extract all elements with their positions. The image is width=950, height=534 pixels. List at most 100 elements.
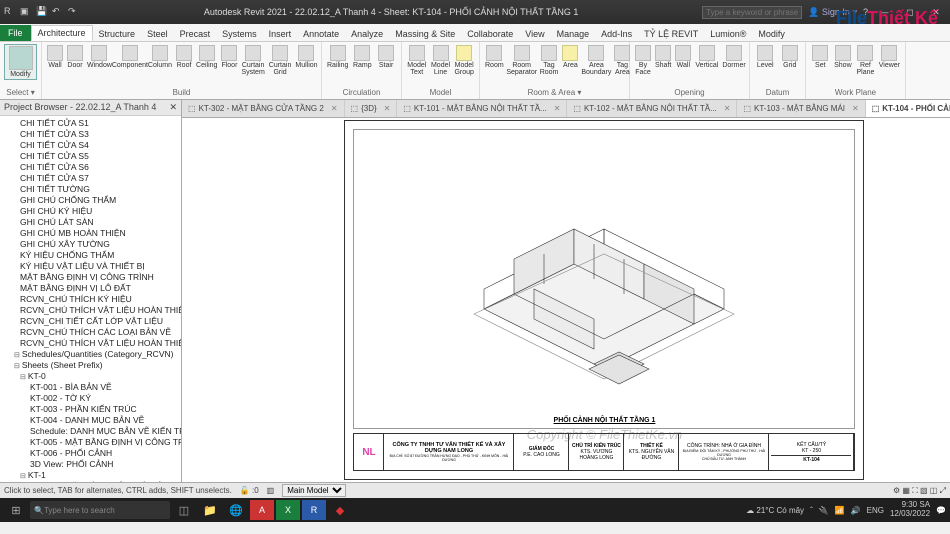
door-button[interactable]: Door [66,44,84,70]
tree-item[interactable]: KT-1 [0,469,181,480]
tree-item[interactable]: CHI TIẾT TƯỜNG [0,183,181,194]
viewer-button[interactable]: Viewer [878,44,901,70]
tab-systems[interactable]: Systems [216,27,263,41]
show-button[interactable]: Show [833,44,854,70]
tree-item[interactable]: RCVN_CHÚ THÍCH CÁC LOẠI BẢN VẼ [0,326,181,337]
tag-area-button[interactable]: Tag Area [613,44,631,77]
tab-modify[interactable]: Modify [752,27,791,41]
tree-item[interactable]: KÝ HIỆU CHỐNG THẤM [0,249,181,260]
tree-item[interactable]: GHI CHÚ MB HOÀN THIỆN [0,227,181,238]
tab-structure[interactable]: Structure [93,27,142,41]
save-icon[interactable]: 💾 [36,6,48,18]
set-button[interactable]: Set [810,44,831,70]
tree-item[interactable]: KT-004 - DANH MỤC BẢN VẼ [0,414,181,425]
tree-item[interactable]: GHI CHÚ XÂY TƯỜNG [0,238,181,249]
tag-room-button[interactable]: Tag Room [539,44,560,77]
wall-op-button[interactable]: Wall [674,44,692,70]
view-tab[interactable]: ⬚ KT-101 - MẶT BẰNG NỘI THẤT TẦ... ✕ [397,100,567,117]
open-icon[interactable]: ▣ [20,6,32,18]
curtain-system-button[interactable]: Curtain System [240,44,265,77]
ime-icon[interactable]: ENG [867,506,884,515]
modify-button[interactable]: Modify [4,44,37,80]
roof-button[interactable]: Roof [175,44,193,70]
ceiling-button[interactable]: Ceiling [195,44,218,70]
tree-item[interactable]: KT-005 - MẶT BẰNG ĐỊNH VỊ CÔNG TRÌNH [0,436,181,447]
task-view-icon[interactable]: ◫ [172,500,196,520]
tree-item[interactable]: RCVN_CHI TIẾT CẤT LỚP VẬT LIỆU [0,315,181,326]
view-tab[interactable]: ⬚ KT-103 - MẶT BẰNG MÁI ✕ [737,100,865,117]
help-search[interactable] [702,6,802,19]
tab-addins[interactable]: Add-Ins [595,27,638,41]
tree-item[interactable]: RCVN_CHÚ THÍCH VẬT LIỆU HOÀN THIỆN [0,304,181,315]
tree-item[interactable]: 3D View: PHỐI CẢNH [0,458,181,469]
tree-item[interactable]: CHI TIẾT CỬA S4 [0,139,181,150]
window-button[interactable]: Window [86,44,113,70]
tree-item[interactable]: Schedule: DANH MỤC BẢN VẼ KIẾN TRÚC [0,425,181,436]
tree-item[interactable]: RCVN_CHÚ THÍCH KÝ HIỆU [0,293,181,304]
tab-precast[interactable]: Precast [174,27,217,41]
tab-manage[interactable]: Manage [551,27,596,41]
tree-item[interactable]: CHI TIẾT CỬA S3 [0,128,181,139]
tab-tyle[interactable]: TỶ LỆ REVIT [638,27,704,41]
tab-close-icon[interactable]: ✕ [852,104,859,113]
tree-item[interactable]: CHI TIẾT CỬA S5 [0,150,181,161]
tree-item[interactable]: KT-002 - TỜ KÝ [0,392,181,403]
tree-item[interactable]: KÝ HIỆU VẬT LIỆU VÀ THIẾT BỊ [0,260,181,271]
tree-item[interactable]: GHI CHÚ KÝ HIỆU [0,205,181,216]
level-button[interactable]: Level [754,44,777,70]
ref-button[interactable]: Ref Plane [855,44,876,77]
column-button[interactable]: Column [147,44,173,70]
tab-analyze[interactable]: Analyze [345,27,389,41]
filter-icon[interactable]: ▥ [267,486,275,495]
floor-button[interactable]: Floor [220,44,238,70]
area-button[interactable]: Area [561,44,579,70]
tree-item[interactable]: KT-006 - PHỐI CẢNH [0,447,181,458]
tab-close-icon[interactable]: ✕ [331,104,338,113]
clock[interactable]: 9:30 SA12/03/2022 [890,501,930,519]
view-tab[interactable]: ⬚ {3D} ✕ [345,100,398,117]
vertical-button[interactable]: Vertical [694,44,719,70]
chrome-icon[interactable]: 🌐 [224,500,248,520]
explorer-icon[interactable]: 📁 [198,500,222,520]
tab-annotate[interactable]: Annotate [297,27,345,41]
excel-icon[interactable]: X [276,500,300,520]
tree-item[interactable]: GHI CHÚ CHỐNG THẤM [0,194,181,205]
curtain-grid-button[interactable]: Curtain Grid [268,44,293,77]
tree-item[interactable]: Schedules/Quantities (Category_RCVN) [0,348,181,359]
redo-icon[interactable]: ↷ [68,6,80,18]
project-tree[interactable]: CHI TIẾT CỬA S1CHI TIẾT CỬA S3CHI TIẾT C… [0,116,181,482]
dormer-button[interactable]: Dormer [721,44,746,70]
tab-close-icon[interactable]: ✕ [724,104,731,113]
wall-button[interactable]: Wall [46,44,64,70]
tree-item[interactable]: GHI CHÚ LÁT SÀN [0,216,181,227]
model-line-button[interactable]: Model Line [430,44,452,77]
by-face-button[interactable]: By Face [634,44,652,77]
tree-item[interactable]: RCVN_CHÚ THÍCH VẬT LIỆU HOÀN THIỆN [0,337,181,348]
tree-item[interactable]: KT-003 - PHẦN KIẾN TRÚC [0,403,181,414]
stair-button[interactable]: Stair [375,44,397,70]
view-control-icons[interactable]: ⚙ ▦ ⛶ ▧ ◫ ⤢ [893,486,946,496]
model-text-button[interactable]: Model Text [406,44,428,77]
tab-close-icon[interactable]: ✕ [554,104,561,113]
tab-massing[interactable]: Massing & Site [389,27,461,41]
tab-steel[interactable]: Steel [141,27,174,41]
notifications-icon[interactable]: 💬 [936,506,946,515]
wifi-icon[interactable]: 📶 [835,506,845,515]
view-tab[interactable]: ⬚ KT-102 - MẶT BẰNG NỘI THẤT TẦ... ✕ [567,100,737,117]
ramp-button[interactable]: Ramp [351,44,373,70]
tree-item[interactable]: KT-001 - BÌA BẢN VẼ [0,381,181,392]
mullion-button[interactable]: Mullion [294,44,318,70]
railing-button[interactable]: Railing [326,44,349,70]
tree-item[interactable]: KT-0 [0,370,181,381]
tree-item[interactable]: MẶT BẰNG ĐỊNH VỊ LÔ ĐẤT [0,282,181,293]
tree-item[interactable]: Sheets (Sheet Prefix) [0,359,181,370]
tab-architecture[interactable]: Architecture [31,25,93,41]
view-tab[interactable]: ⬚ KT-104 - PHỐI CẢNH NỘI THẤT... ✕ [866,100,950,117]
panel-close-icon[interactable]: ✕ [169,102,177,113]
main-model-select[interactable]: Main Model [282,484,346,497]
room-button[interactable]: Room [484,44,505,70]
tree-item[interactable]: CHI TIẾT CỬA S7 [0,172,181,183]
tab-collab[interactable]: Collaborate [461,27,519,41]
grid-button[interactable]: Grid [779,44,802,70]
drawing-canvas[interactable]: PHỐI CẢNH NỘI THẤT TẦNG 1 NL CÔNG TY TNH… [182,118,950,482]
